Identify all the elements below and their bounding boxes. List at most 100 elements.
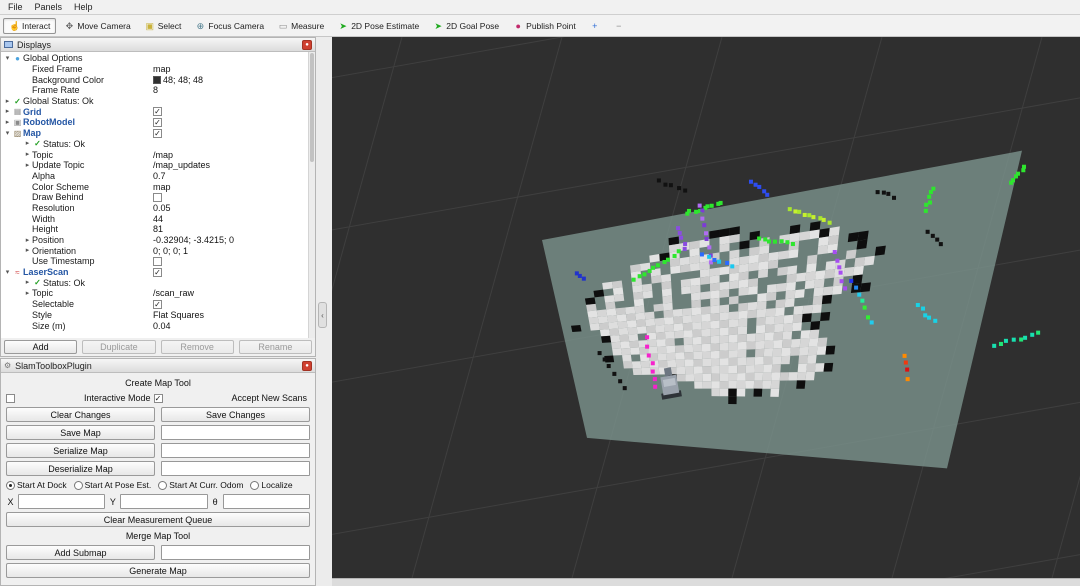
tool-2d-pose-estimate[interactable]: ➤2D Pose Estimate (332, 18, 425, 34)
theta-input[interactable] (223, 494, 310, 509)
tree-row-topic[interactable]: ▸Topic/scan_raw (1, 288, 315, 299)
property-value[interactable]: ✓ (153, 118, 315, 127)
property-value[interactable]: 8 (153, 85, 315, 95)
tree-row-height[interactable]: Height81 (1, 224, 315, 235)
property-value[interactable]: 0.7 (153, 171, 315, 181)
property-value[interactable]: 0.05 (153, 203, 315, 213)
expand-arrow-icon[interactable]: ▸ (23, 236, 32, 245)
menu-help[interactable]: Help (69, 1, 98, 13)
tool-interact[interactable]: ☝Interact (3, 18, 56, 34)
3d-viewport[interactable] (332, 37, 1080, 586)
slam-close-button[interactable]: ● (302, 361, 312, 371)
remove-button[interactable]: Remove (161, 340, 234, 354)
menu-file[interactable]: File (3, 1, 28, 13)
tree-row-update-topic[interactable]: ▸Update Topic/map_updates (1, 160, 315, 171)
panel-splitter[interactable]: ‹ (316, 37, 332, 586)
y-input[interactable] (120, 494, 207, 509)
property-value[interactable]: /map_updates (153, 160, 315, 170)
tree-row-status-ok[interactable]: ▸✓Status: Ok (1, 277, 315, 288)
tree-row-selectable[interactable]: Selectable✓ (1, 299, 315, 310)
accept-new-scans-checkbox[interactable]: ✓ (154, 394, 163, 403)
tree-row-resolution[interactable]: Resolution0.05 (1, 203, 315, 214)
tool-add-tool-icon[interactable]: + (584, 18, 606, 34)
interactive-mode-checkbox[interactable] (6, 394, 15, 403)
rename-button[interactable]: Rename (239, 340, 312, 354)
property-value[interactable]: /scan_raw (153, 288, 315, 298)
property-value[interactable]: -0.32904; -3.4215; 0 (153, 235, 315, 245)
radio-start-at-curr-odom[interactable]: Start At Curr. Odom (158, 480, 243, 490)
tree-row-alpha[interactable]: Alpha0.7 (1, 171, 315, 182)
expand-arrow-icon[interactable]: ▸ (23, 161, 32, 170)
tree-row-laserscan[interactable]: ▾≈LaserScan✓ (1, 267, 315, 278)
generate-map-button[interactable]: Generate Map (6, 563, 310, 578)
expand-arrow-icon[interactable]: ▾ (3, 268, 12, 277)
tool-2d-goal-pose[interactable]: ➤2D Goal Pose (427, 18, 505, 34)
tool-remove-tool-icon[interactable]: − (608, 18, 630, 34)
expand-arrow-icon[interactable]: ▸ (23, 278, 32, 287)
property-value[interactable]: 48; 48; 48 (153, 75, 315, 85)
property-value[interactable]: ✓ (153, 300, 315, 309)
property-value[interactable]: 44 (153, 214, 315, 224)
checkbox-unchecked[interactable] (153, 193, 162, 202)
save-map-input[interactable] (161, 425, 310, 440)
displays-close-button[interactable]: ● (302, 40, 312, 50)
collapse-arrow-icon[interactable]: ‹ (318, 302, 327, 328)
property-value[interactable]: 0.04 (153, 321, 315, 331)
property-value[interactable] (153, 193, 315, 202)
x-input[interactable] (18, 494, 105, 509)
property-value[interactable]: map (153, 64, 315, 74)
tree-row-size-m[interactable]: Size (m)0.04 (1, 320, 315, 331)
radio-start-at-pose-est[interactable]: Start At Pose Est. (74, 480, 152, 490)
tree-row-global-status-ok[interactable]: ▸✓Global Status: Ok (1, 96, 315, 107)
tool-move-camera[interactable]: ✥Move Camera (58, 18, 136, 34)
serialize-map-input[interactable] (161, 443, 310, 458)
tool-select[interactable]: ▣Select (139, 18, 188, 34)
property-value[interactable]: ✓ (153, 268, 315, 277)
checkbox-checked[interactable]: ✓ (153, 300, 162, 309)
save-map-button[interactable]: Save Map (6, 425, 155, 440)
tree-row-robotmodel[interactable]: ▸▣RobotModel✓ (1, 117, 315, 128)
tree-row-frame-rate[interactable]: Frame Rate8 (1, 85, 315, 96)
tree-row-style[interactable]: StyleFlat Squares (1, 310, 315, 321)
tree-row-global-options[interactable]: ▾●Global Options (1, 53, 315, 64)
property-value[interactable]: 0; 0; 0; 1 (153, 246, 315, 256)
tree-row-use-timestamp[interactable]: Use Timestamp (1, 256, 315, 267)
deserialize-map-input[interactable] (161, 461, 310, 476)
radio-start-at-dock[interactable]: Start At Dock (6, 480, 67, 490)
save-changes-button[interactable]: Save Changes (161, 407, 310, 422)
tree-row-status-ok[interactable]: ▸✓Status: Ok (1, 139, 315, 150)
property-value[interactable]: map (153, 182, 315, 192)
expand-arrow-icon[interactable]: ▸ (23, 139, 32, 148)
duplicate-button[interactable]: Duplicate (82, 340, 155, 354)
serialize-map-button[interactable]: Serialize Map (6, 443, 155, 458)
displays-scrollbar[interactable] (308, 52, 315, 338)
add-submap-button[interactable]: Add Submap (6, 545, 155, 560)
property-value[interactable]: 81 (153, 224, 315, 234)
tree-row-grid[interactable]: ▸▦Grid✓ (1, 106, 315, 117)
tool-focus-camera[interactable]: ⊕Focus Camera (189, 18, 270, 34)
expand-arrow-icon[interactable]: ▸ (3, 97, 12, 106)
expand-arrow-icon[interactable]: ▾ (3, 129, 12, 138)
tool-measure[interactable]: ▭Measure (272, 18, 330, 34)
checkbox-checked[interactable]: ✓ (153, 129, 162, 138)
expand-arrow-icon[interactable]: ▸ (23, 150, 32, 159)
tree-row-orientation[interactable]: ▸Orientation0; 0; 0; 1 (1, 245, 315, 256)
checkbox-checked[interactable]: ✓ (153, 107, 162, 116)
property-value[interactable]: ✓ (153, 107, 315, 116)
property-value[interactable]: Flat Squares (153, 310, 315, 320)
expand-arrow-icon[interactable]: ▸ (3, 107, 12, 116)
expand-arrow-icon[interactable]: ▸ (3, 118, 12, 127)
expand-arrow-icon[interactable]: ▸ (23, 246, 32, 255)
menu-panels[interactable]: Panels (30, 1, 68, 13)
checkbox-checked[interactable]: ✓ (153, 268, 162, 277)
expand-arrow-icon[interactable]: ▾ (3, 54, 12, 63)
tree-row-color-scheme[interactable]: Color Schememap (1, 181, 315, 192)
checkbox-unchecked[interactable] (153, 257, 162, 266)
tree-row-width[interactable]: Width44 (1, 213, 315, 224)
tree-row-position[interactable]: ▸Position-0.32904; -3.4215; 0 (1, 235, 315, 246)
scrollbar-thumb[interactable] (310, 53, 314, 162)
property-value[interactable]: /map (153, 150, 315, 160)
add-submap-input[interactable] (161, 545, 310, 560)
checkbox-checked[interactable]: ✓ (153, 118, 162, 127)
clear-changes-button[interactable]: Clear Changes (6, 407, 155, 422)
